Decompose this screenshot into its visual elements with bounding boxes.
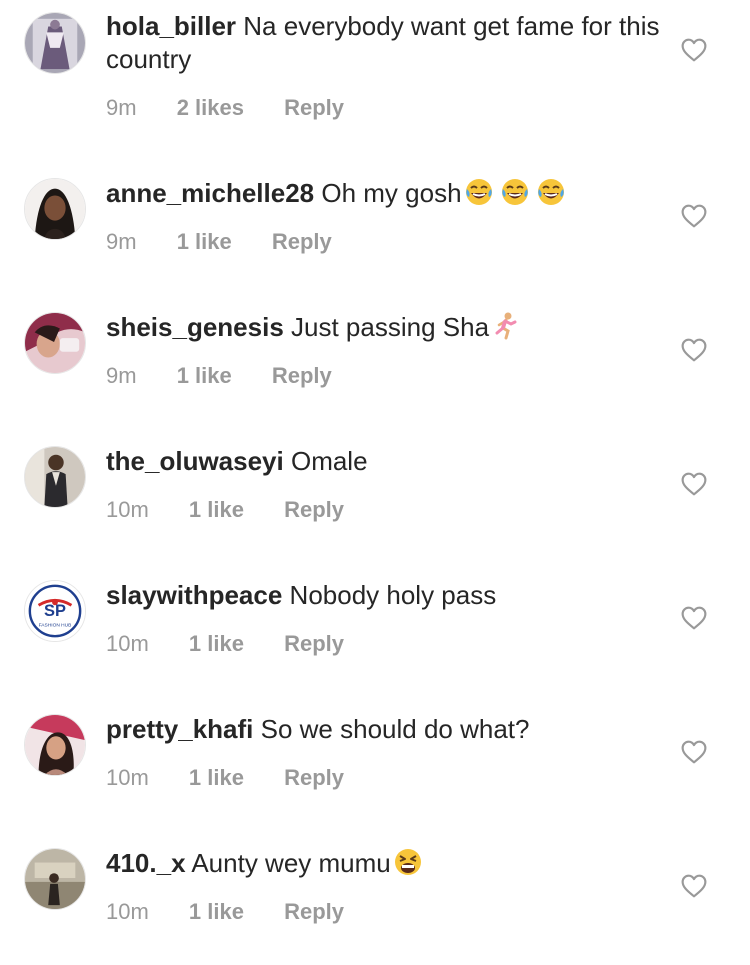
avatar[interactable]: SP FASHION HUB (24, 580, 86, 642)
comment-item: SP FASHION HUB slaywithpeace Nobody holy… (0, 536, 750, 670)
comment-time: 9m (106, 363, 137, 388)
comment-item: sheis_genesis Just passing Sha 9m 1 like… (0, 268, 750, 402)
comment-time: 9m (106, 229, 137, 254)
comment-meta: 10m 1 like Reply (106, 765, 344, 791)
face-with-tears-of-joy-icon (500, 177, 530, 207)
like-heart-icon[interactable] (681, 204, 707, 228)
comment-item: anne_michelle28 Oh my gosh 9m 1 like Rep… (0, 134, 750, 268)
face-with-tears-of-joy-icon (464, 177, 494, 207)
comment-likes[interactable]: 1 like (189, 765, 244, 791)
comment-item: 410._x Aunty wey mumu 10m 1 like Reply (0, 804, 750, 938)
comment-item: pretty_khafi So we should do what? 10m 1… (0, 670, 750, 804)
avatar[interactable] (24, 714, 86, 776)
reply-button[interactable]: Reply (284, 899, 344, 925)
avatar[interactable] (24, 446, 86, 508)
comment-username[interactable]: hola_biller (106, 11, 236, 41)
like-heart-icon[interactable] (681, 38, 707, 62)
reply-button[interactable]: Reply (284, 631, 344, 657)
comment-likes[interactable]: 1 like (189, 497, 244, 523)
reply-button[interactable]: Reply (284, 95, 344, 121)
comment-time: 10m (106, 765, 149, 790)
comment-meta: 10m 1 like Reply (106, 899, 344, 925)
comment-item: hola_biller Na everybody want get fame f… (0, 0, 750, 134)
comment-username[interactable]: slaywithpeace (106, 580, 282, 610)
comment-likes[interactable]: 1 like (177, 363, 232, 389)
comment-body: 410._x Aunty wey mumu (106, 847, 666, 880)
comment-username[interactable]: 410._x (106, 848, 186, 878)
comment-username[interactable]: pretty_khafi (106, 714, 253, 744)
comment-likes[interactable]: 1 like (189, 631, 244, 657)
comment-meta: 9m 1 like Reply (106, 229, 332, 255)
comment-time: 10m (106, 497, 149, 522)
comment-list: hola_biller Na everybody want get fame f… (0, 0, 750, 965)
comment-meta: 10m 1 like Reply (106, 497, 344, 523)
comment-likes[interactable]: 1 like (177, 229, 232, 255)
comment-likes[interactable]: 2 likes (177, 95, 244, 121)
reply-button[interactable]: Reply (284, 497, 344, 523)
comment-text: Oh my gosh (321, 178, 462, 208)
avatar[interactable] (24, 12, 86, 74)
comment-text: So we should do what? (260, 714, 530, 744)
like-heart-icon[interactable] (681, 606, 707, 630)
comment-body: pretty_khafi So we should do what? (106, 713, 666, 746)
comment-body: hola_biller Na everybody want get fame f… (106, 10, 666, 76)
comment-time: 9m (106, 95, 137, 120)
comment-body: the_oluwaseyi Omale (106, 445, 666, 478)
comment-time: 10m (106, 631, 149, 656)
comment-meta: 10m 1 like Reply (106, 631, 344, 657)
comment-text: Just passing Sha (291, 312, 490, 342)
avatar[interactable] (24, 312, 86, 374)
like-heart-icon[interactable] (681, 338, 707, 362)
avatar[interactable] (24, 178, 86, 240)
comment-username[interactable]: anne_michelle28 (106, 178, 314, 208)
comment-body: slaywithpeace Nobody holy pass (106, 579, 666, 612)
comment-text: Aunty wey mumu (191, 848, 391, 878)
comment-text: Nobody holy pass (289, 580, 497, 610)
comment-body: anne_michelle28 Oh my gosh (106, 177, 666, 210)
like-heart-icon[interactable] (681, 874, 707, 898)
tired-face-icon (393, 847, 423, 877)
reply-button[interactable]: Reply (284, 765, 344, 791)
reply-button[interactable]: Reply (272, 229, 332, 255)
avatar[interactable] (24, 848, 86, 910)
comment-item: the_oluwaseyi Omale 10m 1 like Reply (0, 402, 750, 536)
avatar-logo-subtext: FASHION HUB (39, 622, 72, 628)
comment-body: sheis_genesis Just passing Sha (106, 311, 666, 344)
comment-username[interactable]: sheis_genesis (106, 312, 284, 342)
comment-time: 10m (106, 899, 149, 924)
comment-meta: 9m 1 like Reply (106, 363, 332, 389)
comment-meta: 9m 2 likes Reply (106, 95, 344, 121)
comment-text: Omale (290, 446, 368, 476)
like-heart-icon[interactable] (681, 472, 707, 496)
comment-likes[interactable]: 1 like (189, 899, 244, 925)
person-running-icon (491, 311, 521, 341)
reply-button[interactable]: Reply (272, 363, 332, 389)
comment-username[interactable]: the_oluwaseyi (106, 446, 284, 476)
like-heart-icon[interactable] (681, 740, 707, 764)
face-with-tears-of-joy-icon (536, 177, 566, 207)
